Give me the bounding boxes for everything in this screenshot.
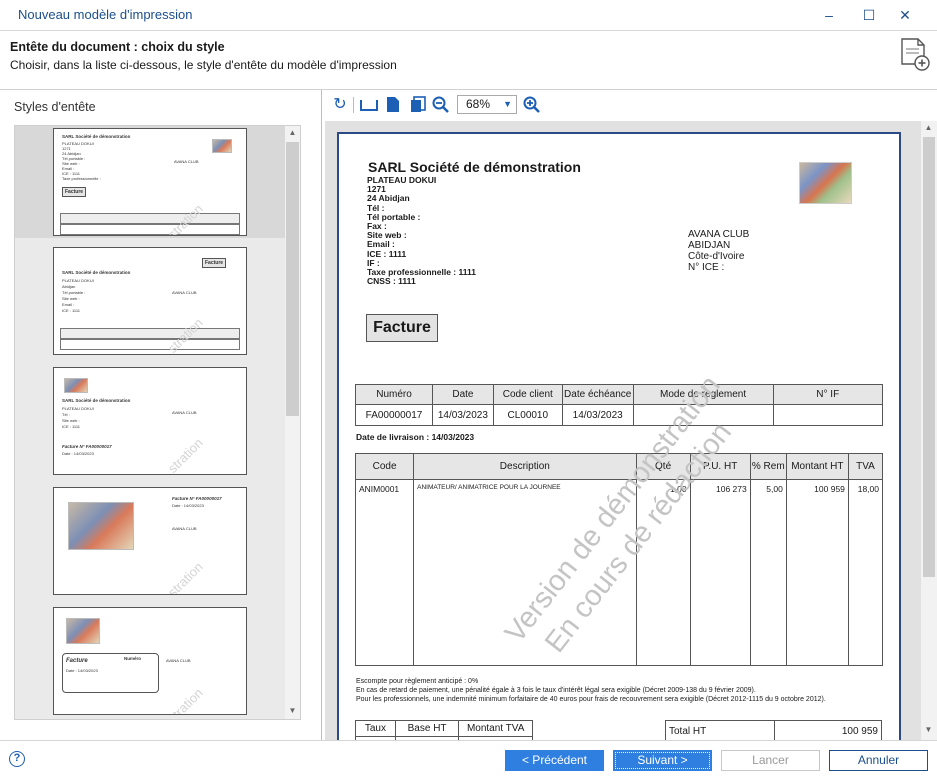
style-item-2[interactable]: Facture SARL Société de démonstration PL… [15, 245, 285, 357]
line-header: % Rem [749, 453, 787, 480]
launch-button[interactable]: Lancer [721, 750, 820, 771]
scroll-up-arrow[interactable]: ▲ [285, 128, 300, 137]
refresh-icon[interactable]: ↻ [330, 95, 350, 115]
meta-cell: 14/03/2023 [561, 404, 634, 426]
styles-label: Styles d'entête [14, 100, 96, 114]
scroll-down-arrow[interactable]: ▼ [285, 706, 300, 715]
style-item-5[interactable]: Facture Numéro Date : 14/03/2023 AVANA C… [15, 605, 285, 717]
meta-cell: CL00010 [492, 404, 563, 426]
tax-header: Montant TVA [458, 720, 533, 737]
preview-scrollbar[interactable]: ▲ ▼ [921, 121, 937, 740]
line-header: Code [354, 453, 415, 480]
title-bar: Nouveau modèle d'impression – ☐ ✕ [0, 0, 937, 30]
style-item-1[interactable]: SARL Société de démonstration PLATEAU DO… [15, 126, 285, 238]
line-cell: 18,00 [847, 479, 884, 666]
meta-header: Date échéance [561, 384, 634, 405]
line-cell: 106 273 [689, 479, 751, 666]
payment-notes: Escompte pour règlement anticipé : 0% En … [356, 677, 826, 704]
style-list-scrollbar[interactable]: ▲ ▼ [285, 126, 300, 719]
panel-divider[interactable] [321, 90, 322, 740]
meta-header: Code client [492, 384, 563, 405]
toolbar-separator [353, 97, 354, 113]
previous-button[interactable]: < Précédent [505, 750, 604, 771]
client-line: AVANA CLUB [688, 229, 750, 240]
style-item-4[interactable]: Facture N° FA00000017 Date : 14/03/2023 … [15, 485, 285, 597]
chevron-down-icon: ▼ [503, 99, 512, 109]
next-button[interactable]: Suivant > [613, 750, 712, 771]
zoom-select[interactable]: 68% ▼ [457, 95, 517, 114]
line-header: Montant HT [785, 453, 849, 480]
meta-header: N° IF [772, 384, 883, 405]
company-logo [799, 162, 852, 204]
close-button[interactable]: ✕ [890, 4, 920, 26]
header-style-list[interactable]: SARL Société de démonstration PLATEAU DO… [14, 125, 301, 720]
line-header: TVA [847, 453, 884, 480]
scrollbar-thumb[interactable] [923, 137, 935, 577]
step-title: Entête du document : choix du style [10, 40, 225, 54]
zoom-value: 68% [466, 97, 491, 111]
tax-header: Base HT [394, 720, 460, 737]
meta-cell [772, 404, 883, 426]
new-document-icon [901, 38, 930, 71]
line-cell: 100 959 [785, 479, 849, 666]
address-line: ICE : 1111 [367, 248, 407, 259]
zoom-out-icon[interactable] [432, 96, 450, 114]
help-icon[interactable]: ? [9, 751, 25, 767]
address-line: CNSS : 1111 [367, 276, 416, 287]
line-cell: ANIM0001 [354, 479, 415, 666]
client-line: ABIDJAN [688, 240, 731, 251]
maximize-button[interactable]: ☐ [854, 4, 884, 26]
scrollbar-thumb[interactable] [286, 142, 299, 416]
total-ht-value: 100 959 [774, 720, 882, 740]
window-title: Nouveau modèle d'impression [18, 7, 193, 22]
cancel-button[interactable]: Annuler [829, 750, 928, 771]
meta-cell: FA00000017 [354, 404, 434, 426]
page-width-icon[interactable] [360, 98, 378, 112]
preview-page: SARL Société de démonstration PLATEAU DO… [337, 132, 901, 740]
scroll-up-arrow[interactable]: ▲ [921, 123, 936, 132]
line-header: Description [413, 453, 637, 480]
zoom-in-icon[interactable] [523, 96, 541, 114]
document-meta-table: Numéro Date Code client Date échéance Mode d… [354, 384, 883, 426]
scroll-down-arrow[interactable]: ▼ [921, 725, 936, 734]
full-page-icon[interactable] [386, 96, 400, 113]
company-address: PLATEAU DOKUI 1271 24 Abidjan Tél : Tél port… [367, 175, 476, 287]
logo-thumbnail [212, 139, 232, 153]
thumb-doc-type: Facture [62, 187, 87, 197]
wizard-footer: ? < Précédent Suivant > Lancer Annuler [0, 740, 937, 782]
client-line: N° ICE : [688, 262, 725, 273]
company-name: SARL Société de démonstration [368, 159, 581, 175]
totals-table: Total HT 100 959 [664, 720, 882, 740]
note-line: Pour les professionnels, une indemnité m… [356, 696, 826, 703]
client-line: Côte-d'Ivoire [688, 251, 745, 262]
note-line: Escompte pour règlement anticipé : 0% [356, 678, 479, 685]
delivery-date: Date de livraison : 14/03/2023 [356, 432, 475, 442]
meta-header: Numéro [354, 384, 434, 405]
preview-toolbar: ↻ 68% ▼ [326, 92, 937, 118]
document-type: Facture [366, 314, 438, 342]
style-item-3[interactable]: SARL Société de démonstration PLATEAU DO… [15, 365, 285, 477]
wizard-header: Entête du document : choix du style Choi… [0, 30, 937, 90]
minimize-button[interactable]: – [814, 4, 844, 26]
meta-header: Date [432, 384, 494, 405]
thumb-company: SARL Société de démonstration [62, 134, 131, 139]
tax-table: Taux Base HT Montant TVA [355, 720, 533, 740]
document-preview[interactable]: SARL Société de démonstration PLATEAU DO… [325, 121, 921, 740]
total-ht-label: Total HT [664, 720, 776, 740]
thumb-client: AVANA CLUB [174, 159, 199, 164]
tax-header: Taux [355, 720, 396, 737]
meta-cell: 14/03/2023 [432, 404, 494, 426]
note-line: En cas de retard de paiement, une pénali… [356, 687, 756, 694]
line-cell: 5,00 [749, 479, 787, 666]
client-address: AVANA CLUB ABIDJAN Côte-d'Ivoire N° ICE : [688, 229, 749, 273]
step-subtitle: Choisir, dans la liste ci-dessous, le st… [10, 58, 397, 72]
multi-page-icon[interactable] [410, 96, 426, 113]
